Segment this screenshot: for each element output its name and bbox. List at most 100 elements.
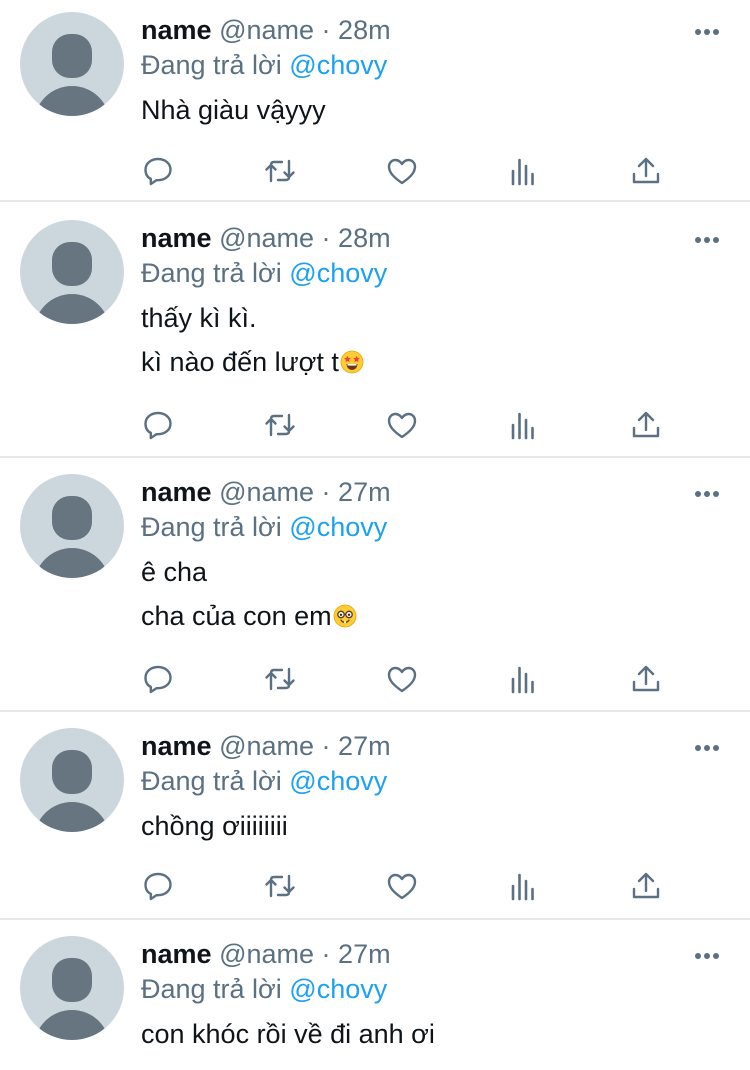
timestamp[interactable]: 27m: [338, 477, 391, 507]
display-name[interactable]: name: [141, 477, 212, 507]
like-button[interactable]: [384, 407, 420, 443]
like-button[interactable]: [384, 661, 420, 697]
action-bar: [0, 153, 750, 189]
nerd-face-emoji-icon: [333, 604, 357, 628]
bar-chart-icon: [511, 666, 534, 694]
tweet[interactable]: name @name · 27m Đang trả lời @chovy con…: [0, 924, 750, 1070]
avatar[interactable]: [20, 728, 124, 832]
user-handle[interactable]: @name: [219, 939, 314, 969]
tweet-text-line: thấy kì kì.: [141, 303, 257, 333]
tweet-text-line-with-emoji: cha của con em: [141, 600, 357, 632]
avatar-head-shape: [52, 750, 92, 794]
reply-button[interactable]: [140, 661, 176, 697]
bar-chart-icon: [511, 873, 534, 901]
tweet-text-line: Nhà giàu vậyyy: [141, 95, 326, 125]
display-name[interactable]: name: [141, 15, 212, 45]
speech-bubble-icon: [144, 665, 172, 694]
tweet-feed: name @name · 28m Đang trả lời @chovy Nhà…: [0, 0, 750, 1070]
replying-to-line: Đang trả lời @chovy: [141, 49, 387, 81]
tweet[interactable]: name @name · 28m Đang trả lời @chovy thấ…: [0, 208, 750, 458]
retweet-button[interactable]: [262, 153, 298, 189]
more-options-button[interactable]: [694, 948, 720, 959]
more-options-button[interactable]: [694, 24, 720, 35]
more-options-button[interactable]: [694, 740, 720, 751]
ellipsis-icon: [695, 29, 719, 35]
reply-button[interactable]: [140, 407, 176, 443]
analytics-button[interactable]: [506, 153, 542, 189]
mention-link[interactable]: @chovy: [289, 512, 387, 542]
timestamp[interactable]: 28m: [338, 15, 391, 45]
avatar[interactable]: [20, 12, 124, 116]
mention-link[interactable]: @chovy: [289, 258, 387, 288]
retweet-arrows-icon: [265, 667, 295, 691]
ellipsis-icon: [695, 491, 719, 497]
share-upload-icon: [632, 157, 660, 184]
avatar-head-shape: [52, 496, 92, 540]
retweet-button[interactable]: [262, 661, 298, 697]
analytics-button[interactable]: [506, 661, 542, 697]
heart-icon: [387, 412, 417, 439]
heart-icon: [387, 158, 417, 185]
tweet-text-line: cha của con em: [141, 601, 332, 631]
display-name[interactable]: name: [141, 939, 212, 969]
timestamp[interactable]: 28m: [338, 223, 391, 253]
separator-dot: ·: [321, 939, 331, 969]
tweet[interactable]: name @name · 27m Đang trả lời @chovy ê c…: [0, 462, 750, 712]
like-button[interactable]: [384, 153, 420, 189]
reply-button[interactable]: [140, 868, 176, 904]
speech-bubble-icon: [144, 411, 172, 440]
avatar[interactable]: [20, 220, 124, 324]
replying-to-line: Đang trả lời @chovy: [141, 511, 387, 543]
avatar-body-shape: [34, 548, 110, 578]
share-button[interactable]: [628, 661, 664, 697]
timestamp[interactable]: 27m: [338, 731, 391, 761]
bar-chart-icon: [511, 158, 534, 186]
tweet-text-line: con khóc rồi về đi anh ơi: [141, 1019, 435, 1049]
user-handle[interactable]: @name: [219, 731, 314, 761]
analytics-button[interactable]: [506, 407, 542, 443]
avatar[interactable]: [20, 474, 124, 578]
retweet-arrows-icon: [265, 413, 295, 437]
heart-icon: [387, 666, 417, 693]
avatar-body-shape: [34, 86, 110, 116]
mention-link[interactable]: @chovy: [289, 50, 387, 80]
tweet[interactable]: name @name · 28m Đang trả lời @chovy Nhà…: [0, 0, 750, 202]
replying-to-line: Đang trả lời @chovy: [141, 973, 387, 1005]
more-options-button[interactable]: [694, 486, 720, 497]
user-handle[interactable]: @name: [219, 223, 314, 253]
avatar-head-shape: [52, 958, 92, 1002]
share-button[interactable]: [628, 868, 664, 904]
user-handle[interactable]: @name: [219, 477, 314, 507]
display-name[interactable]: name: [141, 731, 212, 761]
avatar-body-shape: [34, 294, 110, 324]
tweet-text-line: chồng ơiiiiiiii: [141, 811, 288, 841]
tweet-header: name @name · 27m: [141, 730, 391, 762]
share-upload-icon: [632, 872, 660, 899]
timestamp[interactable]: 27m: [338, 939, 391, 969]
separator-dot: ·: [321, 731, 331, 761]
mention-link[interactable]: @chovy: [289, 766, 387, 796]
like-button[interactable]: [384, 868, 420, 904]
tweet-header: name @name · 27m: [141, 476, 391, 508]
retweet-arrows-icon: [265, 159, 295, 183]
replying-to-line: Đang trả lời @chovy: [141, 257, 387, 289]
avatar[interactable]: [20, 936, 124, 1040]
display-name[interactable]: name: [141, 223, 212, 253]
tweet-text-line: ê cha: [141, 557, 208, 587]
mention-link[interactable]: @chovy: [289, 974, 387, 1004]
speech-bubble-icon: [144, 872, 172, 901]
bar-chart-icon: [511, 412, 534, 440]
tweet-header: name @name · 28m: [141, 14, 391, 46]
replying-to-line: Đang trả lời @chovy: [141, 765, 387, 797]
tweet[interactable]: name @name · 27m Đang trả lời @chovy chồ…: [0, 716, 750, 920]
retweet-button[interactable]: [262, 407, 298, 443]
reply-button[interactable]: [140, 153, 176, 189]
user-handle[interactable]: @name: [219, 15, 314, 45]
action-bar: [0, 868, 750, 904]
retweet-button[interactable]: [262, 868, 298, 904]
share-upload-icon: [632, 411, 660, 438]
share-button[interactable]: [628, 407, 664, 443]
analytics-button[interactable]: [506, 868, 542, 904]
share-button[interactable]: [628, 153, 664, 189]
more-options-button[interactable]: [694, 232, 720, 243]
